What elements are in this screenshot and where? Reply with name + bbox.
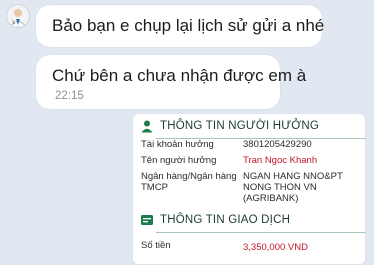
person-icon <box>141 120 153 133</box>
bank-value-line: NGAN HANG NNO&PT <box>243 171 343 182</box>
bank-value: NGAN HANG NNO&PT NONG THON VN (AGRIBANK) <box>243 171 343 204</box>
recipient-section-title: THÔNG TIN NGƯỜI HƯỞNG <box>160 120 319 132</box>
sender-avatar[interactable] <box>6 4 30 28</box>
recipient-section-header: THÔNG TIN NGƯỜI HƯỞNG <box>140 119 366 139</box>
transfer-icon <box>141 215 153 225</box>
name-value: Tran Ngoc Khanh <box>243 155 318 166</box>
message-bubble[interactable]: Bảo bạn e chụp lại lịch sử gửi a nhé <box>36 5 325 47</box>
doctor-avatar-icon <box>9 9 27 27</box>
amount-label: Số tiền <box>141 240 171 251</box>
message-time: 22:15 <box>55 90 84 102</box>
name-label: Tên người hưởng <box>141 155 217 166</box>
message-text: Bảo bạn e chụp lại lịch sử gửi a nhé <box>52 16 325 35</box>
bank-label-line: Ngân hàng/Ngân hàng <box>141 171 237 182</box>
message-text: Chứ bên a chưa nhận được em à <box>52 66 307 85</box>
message-bubble[interactable]: Chứ bên a chưa nhận được em à 22:15 <box>36 55 306 109</box>
transaction-section-header: THÔNG TIN GIAO DỊCH <box>140 213 366 233</box>
bank-label-line: TMCP <box>141 182 168 193</box>
transaction-section-title: THÔNG TIN GIAO DỊCH <box>160 214 291 226</box>
bank-label: Ngân hàng/Ngân hàng TMCP <box>141 171 237 193</box>
transfer-receipt-image[interactable]: THÔNG TIN NGƯỜI HƯỞNG Tài khoản hưởng 38… <box>132 113 366 265</box>
amount-value: 3,350,000 VND <box>243 242 308 253</box>
bank-value-line: (AGRIBANK) <box>243 193 299 204</box>
account-value: 3801205429290 <box>243 139 312 150</box>
section-divider <box>156 232 366 233</box>
account-label: Tài khoản hưởng <box>141 139 214 150</box>
bank-value-line: NONG THON VN <box>243 182 317 193</box>
